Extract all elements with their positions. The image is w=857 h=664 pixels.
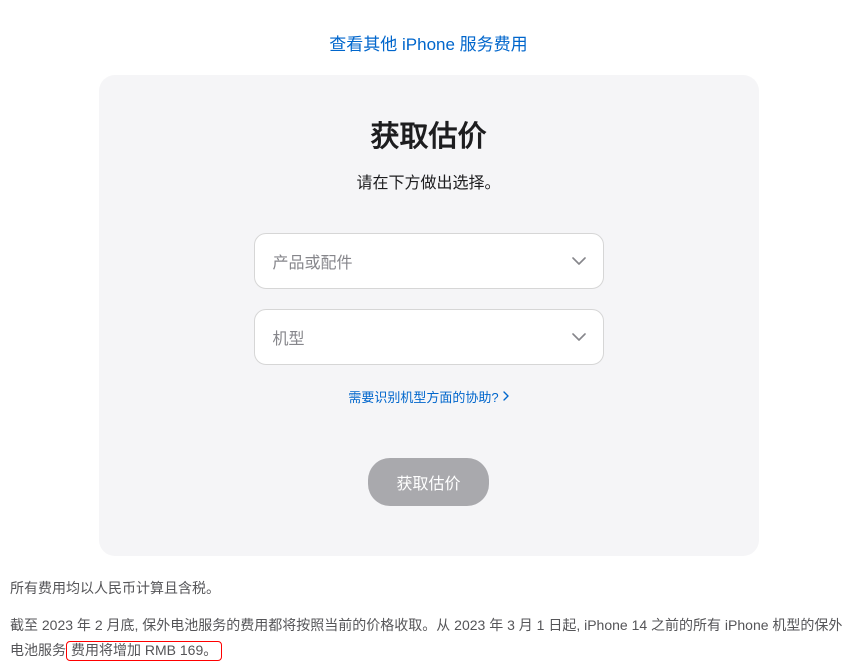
footer: 所有费用均以人民币计算且含税。 截至 2023 年 2 月底, 保外电池服务的费… [0,556,857,664]
product-select-wrap: 产品或配件 [254,233,604,289]
identify-model-help-link[interactable]: 需要识别机型方面的协助? [348,387,508,406]
top-link-container: 查看其他 iPhone 服务费用 [0,0,857,75]
get-estimate-button[interactable]: 获取估价 [368,458,488,506]
chevron-right-icon [503,389,509,404]
product-select[interactable]: 产品或配件 [254,233,604,289]
price-increase-highlight: 费用将增加 RMB 169。 [66,641,222,661]
footer-note-price: 截至 2023 年 2 月底, 保外电池服务的费用都将按照当前的价格收取。从 2… [10,613,847,663]
submit-row: 获取估价 [139,458,719,506]
card-title: 获取估价 [139,113,719,155]
footer-note-currency: 所有费用均以人民币计算且含税。 [10,576,847,601]
model-select-wrap: 机型 [254,309,604,365]
other-services-link[interactable]: 查看其他 iPhone 服务费用 [329,35,527,54]
card-subtitle: 请在下方做出选择。 [139,169,719,193]
model-select[interactable]: 机型 [254,309,604,365]
estimate-card: 获取估价 请在下方做出选择。 产品或配件 机型 需要识别机型方面的协助? 获取估… [99,75,759,556]
help-link-text: 需要识别机型方面的协助? [348,387,498,406]
